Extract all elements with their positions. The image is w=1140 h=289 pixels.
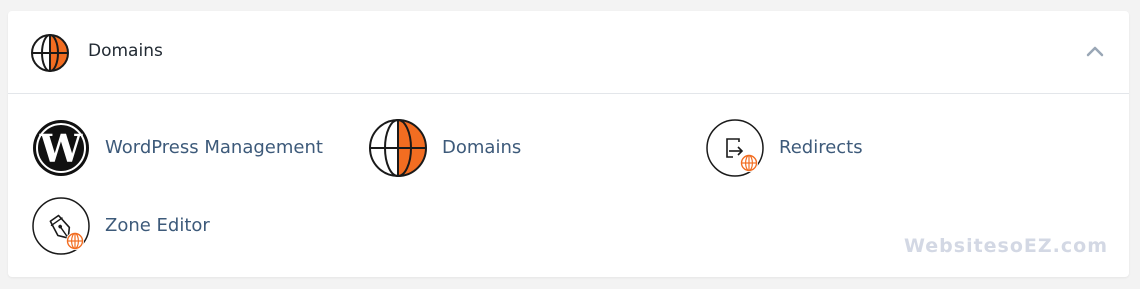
tool-label: Redirects (779, 137, 863, 158)
wordpress-icon: W (33, 120, 89, 176)
tool-zone-editor[interactable]: Zone Editor (31, 196, 251, 256)
chevron-up-icon[interactable] (1085, 43, 1105, 59)
tool-label: Zone Editor (105, 215, 210, 236)
tool-label: WordPress Management (105, 137, 323, 158)
globe-icon (31, 34, 69, 72)
redirect-icon (706, 119, 764, 177)
section-title: Domains (88, 41, 163, 61)
globe-icon (369, 119, 427, 177)
tool-redirects[interactable]: Redirects (705, 118, 925, 178)
domains-section-panel: Domains W WordPress Management Domains R… (8, 11, 1129, 277)
svg-text:W: W (39, 126, 84, 171)
domains-section-header[interactable]: Domains (8, 11, 1129, 94)
zone-editor-icon (32, 197, 90, 255)
tool-domains[interactable]: Domains (368, 118, 588, 178)
tool-label: Domains (442, 137, 522, 158)
watermark: WebsitesoEZ.com (904, 235, 1109, 257)
tool-wordpress-management[interactable]: W WordPress Management (31, 118, 331, 178)
